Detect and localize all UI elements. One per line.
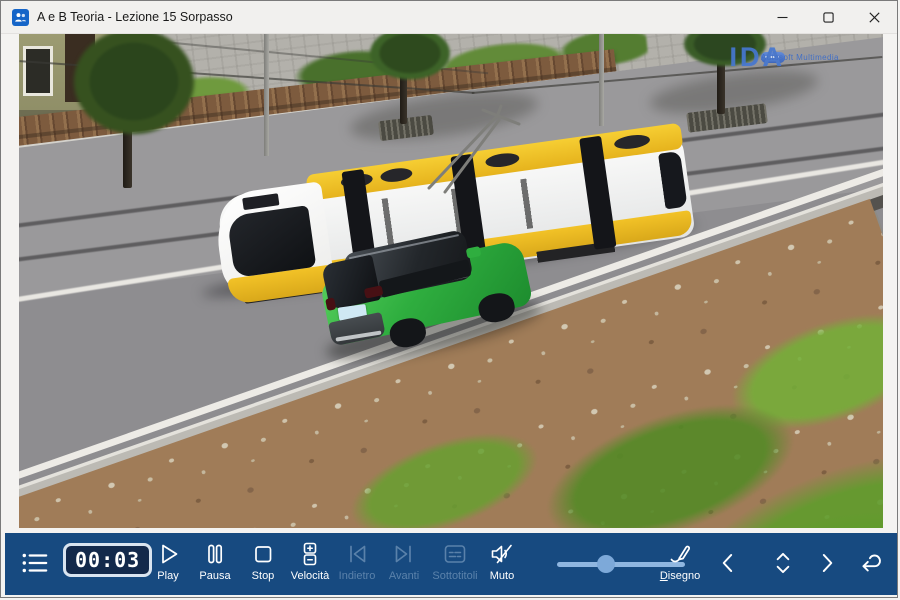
app-window: A e B Teoria - Lezione 15 Sorpasso <box>0 0 898 598</box>
buddies-icon <box>14 11 27 24</box>
forward-label: Avanti <box>389 570 419 582</box>
return-button[interactable] <box>843 548 899 578</box>
maximize-icon <box>823 12 834 23</box>
draw-pen-icon <box>666 540 694 568</box>
scene-pole <box>264 34 269 156</box>
watermark-tagline: Autosoft Multimedia <box>761 53 839 62</box>
close-button[interactable] <box>851 1 897 33</box>
titlebar: A e B Teoria - Lezione 15 Sorpasso <box>1 1 897 34</box>
play-icon <box>154 540 182 568</box>
timer-display: 00:03 <box>63 543 152 577</box>
scene-tram-windshield <box>227 205 317 278</box>
video-area[interactable]: IDA Autosoft Multimedia <box>19 34 883 528</box>
forward-button[interactable]: Avanti <box>376 540 432 582</box>
scene-tram-pantograph <box>417 84 537 194</box>
return-arrow-icon <box>856 548 886 578</box>
window-title: A e B Teoria - Lezione 15 Sorpasso <box>37 10 233 24</box>
speed-icon <box>296 540 324 568</box>
volume-thumb[interactable] <box>597 555 615 573</box>
speed-label: Velocità <box>291 570 330 582</box>
subtitles-icon <box>441 540 469 568</box>
play-label: Play <box>157 570 178 582</box>
chevron-right-icon <box>812 548 842 578</box>
chevron-up-down-icon <box>768 548 798 578</box>
mute-icon <box>488 540 516 568</box>
close-icon <box>869 12 880 23</box>
minimize-button[interactable] <box>759 1 805 33</box>
skip-forward-icon <box>390 540 418 568</box>
skip-back-icon <box>343 540 371 568</box>
playlist-button[interactable] <box>7 548 63 578</box>
mute-button[interactable]: Muto <box>474 540 530 582</box>
subtitles-label: Sottotitoli <box>432 570 477 582</box>
stop-label: Stop <box>252 570 275 582</box>
pause-label: Pausa <box>199 570 230 582</box>
mute-label: Muto <box>490 570 514 582</box>
draw-label: Disegno <box>660 570 700 582</box>
scene-car <box>319 230 534 370</box>
pause-icon <box>201 540 229 568</box>
minimize-icon <box>777 12 788 23</box>
list-icon <box>19 548 51 578</box>
app-icon <box>12 9 29 26</box>
stop-icon <box>249 540 277 568</box>
chevron-left-icon <box>713 548 743 578</box>
prev-slide-button[interactable] <box>700 548 756 578</box>
scene-car-body-group <box>315 218 538 368</box>
control-bar: 00:03 Play Pausa Stop Velocità Indietro <box>5 533 897 595</box>
scene-pole <box>599 34 604 126</box>
scene-tree-foliage <box>49 34 219 164</box>
back-label: Indietro <box>339 570 376 582</box>
maximize-button[interactable] <box>805 1 851 33</box>
